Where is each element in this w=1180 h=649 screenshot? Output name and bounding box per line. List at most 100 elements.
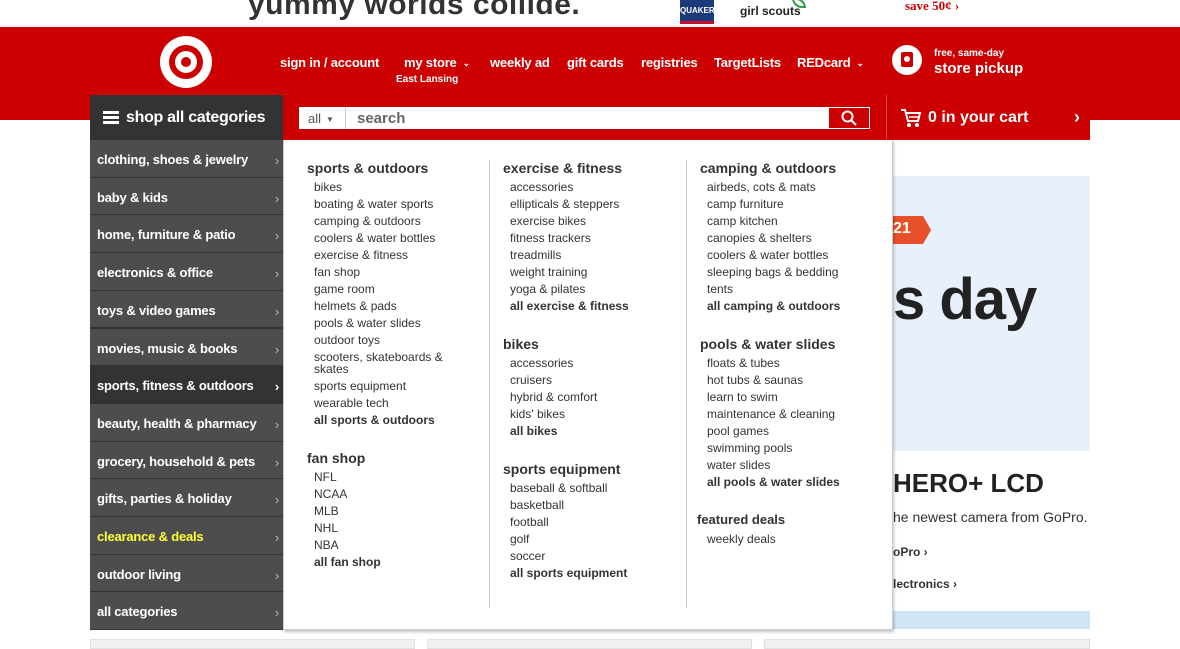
- category-movies[interactable]: movies, music & books ›: [90, 328, 283, 367]
- content-card[interactable]: [764, 639, 1090, 649]
- flyout-all-link[interactable]: all bikes: [510, 425, 557, 438]
- category-clearance[interactable]: clearance & deals ›: [90, 517, 283, 555]
- flyout-all-link[interactable]: all exercise & fitness: [510, 300, 629, 313]
- flyout-item[interactable]: hot tubs & saunas: [707, 374, 803, 387]
- nav-sign-in[interactable]: sign in / account: [280, 55, 379, 70]
- flyout-item[interactable]: baseball & softball: [510, 482, 607, 495]
- flyout-item[interactable]: swimming pools: [707, 442, 792, 455]
- category-toys[interactable]: toys & video games ›: [90, 290, 283, 329]
- nav-registries[interactable]: registries: [641, 55, 698, 70]
- content-card[interactable]: [427, 639, 752, 649]
- category-sports[interactable]: sports, fitness & outdoors ›: [90, 366, 283, 404]
- flyout-item[interactable]: kids' bikes: [510, 408, 565, 421]
- flyout-heading[interactable]: sports & outdoors: [307, 160, 428, 176]
- flyout-all-link[interactable]: all camping & outdoors: [707, 300, 840, 313]
- nav-redcard[interactable]: REDcard ⌄: [797, 55, 864, 70]
- promo-strip[interactable]: yummy worlds collide. QUAKER girl scouts…: [0, 0, 1180, 27]
- flyout-item[interactable]: fan shop: [314, 266, 360, 279]
- flyout-item[interactable]: canopies & shelters: [707, 232, 812, 245]
- hero-gopro-link[interactable]: oPro ›: [893, 545, 928, 559]
- category-baby-kids[interactable]: baby & kids ›: [90, 177, 283, 216]
- flyout-all-link[interactable]: all sports & outdoors: [314, 414, 435, 427]
- flyout-item[interactable]: yoga & pilates: [510, 283, 585, 296]
- promo-save-link[interactable]: save 50¢ ›: [905, 0, 959, 14]
- flyout-item[interactable]: sleeping bags & bedding: [707, 266, 838, 279]
- hero-strip: [893, 611, 1090, 629]
- nav-target-lists[interactable]: TargetLists: [714, 55, 781, 70]
- search-department-select[interactable]: all ▼: [299, 107, 346, 129]
- flyout-item[interactable]: NFL: [314, 471, 337, 484]
- nav-my-store[interactable]: my store ⌄: [404, 55, 470, 70]
- flyout-item[interactable]: accessories: [510, 181, 573, 194]
- flyout-all-link[interactable]: all sports equipment: [510, 567, 627, 580]
- content-card[interactable]: [90, 639, 415, 649]
- flyout-item[interactable]: sports equipment: [314, 380, 406, 393]
- flyout-item[interactable]: exercise & fitness: [314, 249, 408, 262]
- category-home[interactable]: home, furniture & patio ›: [90, 215, 283, 254]
- flyout-item[interactable]: bikes: [314, 181, 342, 194]
- flyout-item[interactable]: camping & outdoors: [314, 215, 421, 228]
- flyout-item[interactable]: learn to swim: [707, 391, 778, 404]
- flyout-item[interactable]: MLB: [314, 505, 339, 518]
- flyout-item[interactable]: NBA: [314, 539, 339, 552]
- flyout-item[interactable]: soccer: [510, 550, 545, 563]
- search-button[interactable]: [829, 108, 869, 128]
- target-logo[interactable]: [160, 36, 212, 88]
- flyout-item[interactable]: ellipticals & steppers: [510, 198, 619, 211]
- flyout-item[interactable]: maintenance & cleaning: [707, 408, 835, 421]
- flyout-item[interactable]: floats & tubes: [707, 357, 780, 370]
- flyout-item[interactable]: helmets & pads: [314, 300, 397, 313]
- flyout-all-link[interactable]: all pools & water slides: [707, 476, 840, 489]
- flyout-heading[interactable]: featured deals: [697, 512, 785, 527]
- category-electronics[interactable]: electronics & office ›: [90, 253, 283, 291]
- nav-gift-cards[interactable]: gift cards: [567, 55, 624, 70]
- flyout-item[interactable]: exercise bikes: [510, 215, 586, 228]
- flyout-item[interactable]: coolers & water bottles: [314, 232, 435, 245]
- flyout-item[interactable]: water slides: [707, 459, 770, 472]
- flyout-item[interactable]: pools & water slides: [314, 317, 421, 330]
- flyout-heading[interactable]: pools & water slides: [700, 336, 835, 352]
- flyout-item[interactable]: NCAA: [314, 488, 347, 501]
- search-input[interactable]: [351, 107, 821, 129]
- flyout-heading[interactable]: fan shop: [307, 450, 365, 466]
- flyout-item[interactable]: weekly deals: [707, 533, 776, 546]
- flyout-item[interactable]: NHL: [314, 522, 338, 535]
- flyout-all-link[interactable]: all fan shop: [314, 556, 381, 569]
- shop-all-categories-button[interactable]: shop all categories: [90, 95, 283, 140]
- flyout-item[interactable]: accessories: [510, 357, 573, 370]
- category-all[interactable]: all categories ›: [90, 592, 283, 631]
- store-pickup-link[interactable]: store pickup: [934, 60, 1023, 77]
- nav-weekly-ad[interactable]: weekly ad: [490, 55, 550, 70]
- flyout-heading[interactable]: sports equipment: [503, 461, 620, 477]
- category-clothing[interactable]: clothing, shoes & jewelry ›: [90, 140, 283, 178]
- flyout-heading[interactable]: bikes: [503, 336, 539, 352]
- category-outdoor-living[interactable]: outdoor living ›: [90, 554, 283, 593]
- flyout-item[interactable]: hybrid & comfort: [510, 391, 597, 404]
- flyout-item[interactable]: golf: [510, 533, 529, 546]
- flyout-item[interactable]: football: [510, 516, 549, 529]
- flyout-heading[interactable]: exercise & fitness: [503, 160, 622, 176]
- flyout-item[interactable]: fitness trackers: [510, 232, 591, 245]
- flyout-item[interactable]: game room: [314, 283, 375, 296]
- category-beauty[interactable]: beauty, health & pharmacy ›: [90, 403, 283, 442]
- category-grocery[interactable]: grocery, household & pets ›: [90, 441, 283, 480]
- flyout-item[interactable]: coolers & water bottles: [707, 249, 828, 262]
- cart-button[interactable]: 0 in your cart ›: [886, 95, 1090, 140]
- category-gifts[interactable]: gifts, parties & holiday ›: [90, 479, 283, 517]
- flyout-item[interactable]: camp furniture: [707, 198, 784, 211]
- flyout-item[interactable]: pool games: [707, 425, 769, 438]
- shop-all-label: shop all categories: [126, 109, 266, 126]
- hero-electronics-link[interactable]: lectronics ›: [893, 577, 957, 591]
- flyout-item[interactable]: wearable tech: [314, 397, 389, 410]
- flyout-item[interactable]: treadmills: [510, 249, 561, 262]
- flyout-item[interactable]: skates: [314, 363, 349, 376]
- flyout-item[interactable]: basketball: [510, 499, 564, 512]
- flyout-item[interactable]: camp kitchen: [707, 215, 778, 228]
- flyout-item[interactable]: outdoor toys: [314, 334, 380, 347]
- flyout-item[interactable]: tents: [707, 283, 733, 296]
- flyout-item[interactable]: airbeds, cots & mats: [707, 181, 816, 194]
- flyout-item[interactable]: boating & water sports: [314, 198, 433, 211]
- flyout-item[interactable]: weight training: [510, 266, 587, 279]
- flyout-item[interactable]: cruisers: [510, 374, 552, 387]
- flyout-heading[interactable]: camping & outdoors: [700, 160, 836, 176]
